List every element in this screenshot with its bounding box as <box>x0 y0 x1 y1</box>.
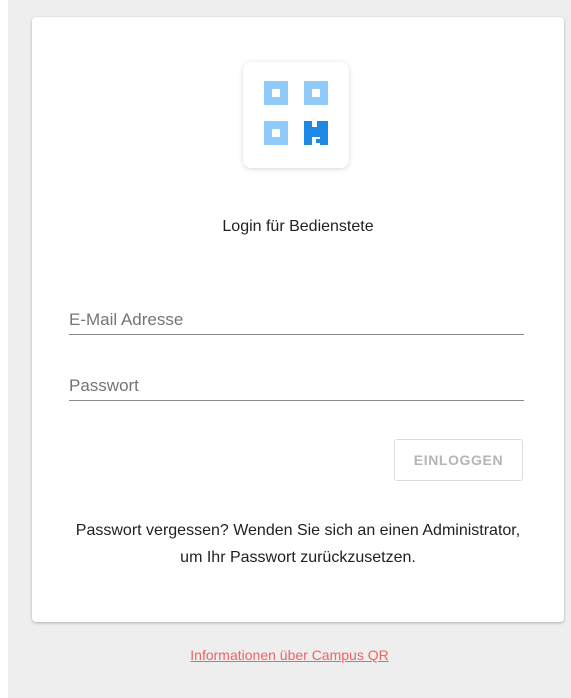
campus-qr-info-link[interactable]: Informationen über Campus QR <box>8 647 571 663</box>
email-input[interactable] <box>69 310 524 330</box>
login-title: Login für Bedienstete <box>222 218 374 235</box>
login-button[interactable]: EINLOGGEN <box>394 439 523 481</box>
forgot-password-hint: Passwort vergessen? Wenden Sie sich an e… <box>75 522 521 566</box>
login-card: Login für Bedienstete EINLOGGEN Passwort… <box>32 17 564 622</box>
page-background: Login für Bedienstete EINLOGGEN Passwort… <box>8 0 571 698</box>
email-field[interactable] <box>69 294 524 335</box>
logo-tile <box>243 62 349 168</box>
password-field[interactable] <box>69 360 524 401</box>
campus-qr-logo-icon <box>264 81 328 145</box>
password-input[interactable] <box>69 376 524 396</box>
